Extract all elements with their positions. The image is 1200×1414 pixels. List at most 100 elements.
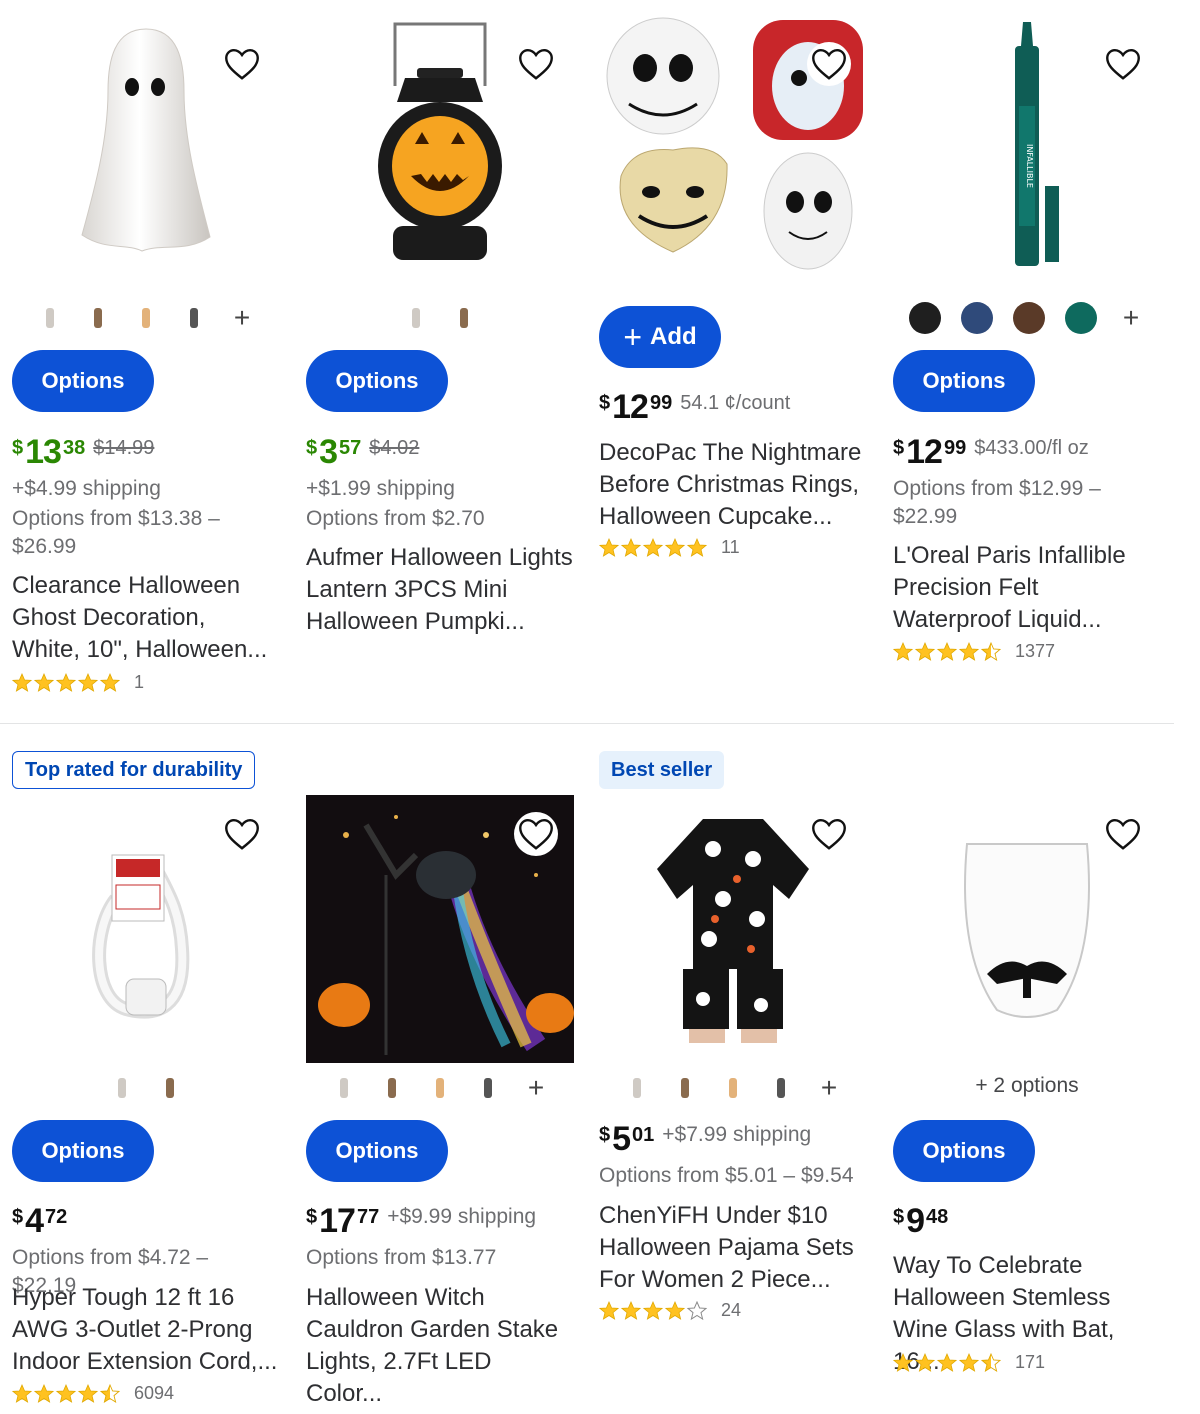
variant-swatches [306,300,574,336]
add-to-cart-button[interactable]: + Add [599,306,721,368]
variant-swatches: + [306,1070,574,1106]
ghost-thumb-2-icon[interactable] [84,304,112,332]
cord-thumb-2-icon[interactable] [156,1074,184,1102]
stars-icon [599,537,707,558]
more-variants-plus-icon[interactable]: + [1117,304,1145,332]
stars-icon [12,1383,120,1404]
lantern-thumb-2-icon[interactable] [450,304,478,332]
lantern-thumb-1-icon[interactable] [402,304,430,332]
add-label: Add [650,323,697,350]
product-title[interactable]: Halloween Witch Cauldron Garden Stake Li… [306,1282,574,1410]
review-count: 24 [721,1300,742,1320]
options-price-range: Options from $5.01 – $9.54 [599,1164,854,1187]
options-button[interactable]: Options [306,1120,448,1182]
price-row: $12 99 $433.00/fl oz [893,435,1089,469]
favorite-heart-icon[interactable] [807,42,851,86]
current-price: $13 38 [12,433,86,471]
ghost-thumb-1-icon[interactable] [36,304,64,332]
favorite-heart-icon[interactable] [1101,812,1145,856]
options-button[interactable]: Options [12,350,154,412]
was-price: $14.99 [93,437,155,459]
product-title[interactable]: DecoPac The Nightmare Before Christmas R… [599,437,867,533]
favorite-heart-icon[interactable] [807,812,851,856]
favorite-heart-icon[interactable] [220,42,264,86]
options-button[interactable]: Options [893,350,1035,412]
price-row: $5 01 +$7.99 shipping [599,1122,811,1156]
star-rating: 6094 [12,1383,174,1404]
options-price-range: Options from $13.77 [306,1246,497,1269]
star-rating: 1377 [893,641,1055,662]
current-price: $3 57 [306,433,362,471]
pajama-thumb-1-icon[interactable] [623,1074,651,1102]
review-count: 1377 [1015,641,1056,661]
product-title[interactable]: Aufmer Halloween Lights Lantern 3PCS Min… [306,542,574,638]
cord-thumb-1-icon[interactable] [108,1074,136,1102]
ghost-thumb-3-icon[interactable] [132,304,160,332]
current-price: $9 48 [893,1202,949,1240]
stars-icon [12,672,120,693]
shipping-cost: +$7.99 shipping [662,1123,812,1146]
eyeliner-pen-icon: INFALLIBLE [987,16,1067,266]
color-swatch[interactable] [1013,302,1045,334]
star-rating: 24 [599,1300,741,1321]
current-price: $4 72 [12,1202,68,1240]
more-options-link[interactable]: + 2 options [893,1074,1161,1098]
options-price-range: Options from $2.70 [306,507,485,530]
extension-cord-icon [86,829,206,1029]
ghost-pajama-icon [653,809,813,1049]
product-title[interactable]: L'Oreal Paris Infallible Precision Felt … [893,540,1161,636]
color-swatch[interactable] [909,302,941,334]
product-title[interactable]: Hyper Tough 12 ft 16 AWG 3-Outlet 2-Pron… [12,1282,280,1378]
stake-thumb-1-icon[interactable] [330,1074,358,1102]
ghost-thumb-4-icon[interactable] [180,304,208,332]
pajama-thumb-3-icon[interactable] [719,1074,747,1102]
product-badge: Top rated for durability [12,751,256,789]
current-price: $17 77 [306,1202,380,1240]
more-variants-plus-icon[interactable]: + [228,304,256,332]
price-row: $4 72 [12,1204,67,1238]
variant-swatches: + [599,1070,867,1106]
review-count: 6094 [134,1383,175,1403]
options-button[interactable]: Options [12,1120,154,1182]
shipping-cost: +$1.99 shipping [306,477,455,500]
star-rating: 11 [599,537,740,558]
options-button[interactable]: Options [306,350,448,412]
product-title[interactable]: Clearance Halloween Ghost Decoration, Wh… [12,570,280,666]
pajama-thumb-2-icon[interactable] [671,1074,699,1102]
color-swatch[interactable] [1065,302,1097,334]
shipping-cost: +$4.99 shipping [12,477,161,500]
review-count: 1 [134,672,145,692]
unit-price: 54.1 ¢/count [680,392,791,414]
variant-swatches: + [12,300,280,336]
favorite-heart-icon[interactable] [1101,42,1145,86]
star-rating: 171 [893,1352,1045,1373]
row-divider [0,723,1174,724]
price-row: $3 57 $4.02 [306,435,419,469]
star-rating: 1 [12,672,144,693]
color-swatch[interactable] [961,302,993,334]
review-count: 171 [1015,1352,1046,1372]
was-price: $4.02 [369,437,420,459]
current-price: $12 99 [893,433,967,471]
product-title[interactable]: ChenYiFH Under $10 Halloween Pajama Sets… [599,1200,867,1296]
options-button[interactable]: Options [893,1120,1035,1182]
stake-thumb-3-icon[interactable] [426,1074,454,1102]
shipping-cost: +$9.99 shipping [387,1205,537,1228]
stake-thumb-2-icon[interactable] [378,1074,406,1102]
current-price: $5 01 [599,1120,655,1158]
favorite-heart-icon[interactable] [514,42,558,86]
pajama-thumb-4-icon[interactable] [767,1074,795,1102]
options-price-range: Options from $13.38 – $26.99 [12,507,220,558]
ghost-figure-icon [76,21,216,261]
favorite-heart-icon[interactable] [514,812,558,856]
stake-thumb-4-icon[interactable] [474,1074,502,1102]
unit-price: $433.00/fl oz [974,437,1089,459]
more-variants-plus-icon[interactable]: + [522,1074,550,1102]
svg-text:INFALLIBLE: INFALLIBLE [1025,144,1034,188]
more-variants-plus-icon[interactable]: + [815,1074,843,1102]
price-row: $9 48 [893,1204,948,1238]
product-badge: Best seller [599,751,725,789]
plus-icon: + [623,319,643,355]
variant-swatches: + [893,300,1161,336]
favorite-heart-icon[interactable] [220,812,264,856]
